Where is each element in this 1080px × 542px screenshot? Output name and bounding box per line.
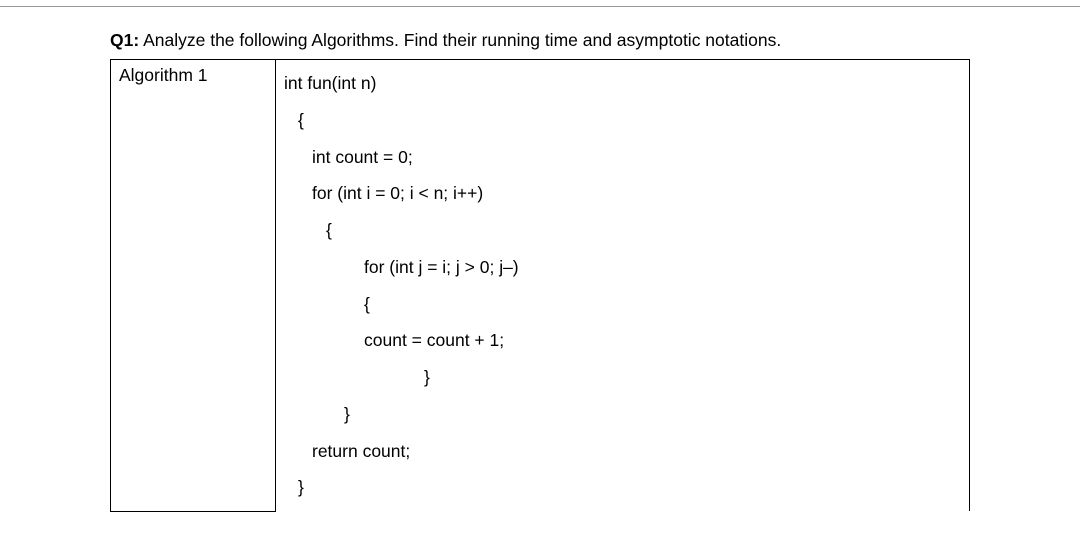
code-line: } bbox=[284, 396, 961, 433]
code-line: int count = 0; bbox=[284, 139, 961, 176]
code-line: for (int j = i; j > 0; j–) bbox=[284, 249, 961, 286]
table-row: Algorithm 1 int fun(int n) { int count =… bbox=[111, 60, 970, 512]
algorithm-label-cell: Algorithm 1 bbox=[111, 60, 276, 512]
code-line: int fun(int n) bbox=[284, 65, 961, 102]
question-prompt: Q1: Analyze the following Algorithms. Fi… bbox=[110, 30, 970, 51]
question-label: Q1: bbox=[110, 30, 139, 50]
code-line: return count; bbox=[284, 433, 961, 470]
question-body: Analyze the following Algorithms. Find t… bbox=[139, 30, 781, 50]
algorithm-table: Algorithm 1 int fun(int n) { int count =… bbox=[110, 59, 970, 512]
code-line: { bbox=[284, 102, 961, 139]
algorithm-code-cell: int fun(int n) { int count = 0; for (int… bbox=[276, 60, 970, 512]
code-line: { bbox=[284, 212, 961, 249]
code-line: } bbox=[284, 469, 961, 506]
code-line: } bbox=[284, 359, 961, 396]
algorithm-label: Algorithm 1 bbox=[119, 65, 208, 85]
code-line: count = count + 1; bbox=[284, 322, 961, 359]
code-line: { bbox=[284, 286, 961, 323]
code-line: for (int i = 0; i < n; i++) bbox=[284, 175, 961, 212]
